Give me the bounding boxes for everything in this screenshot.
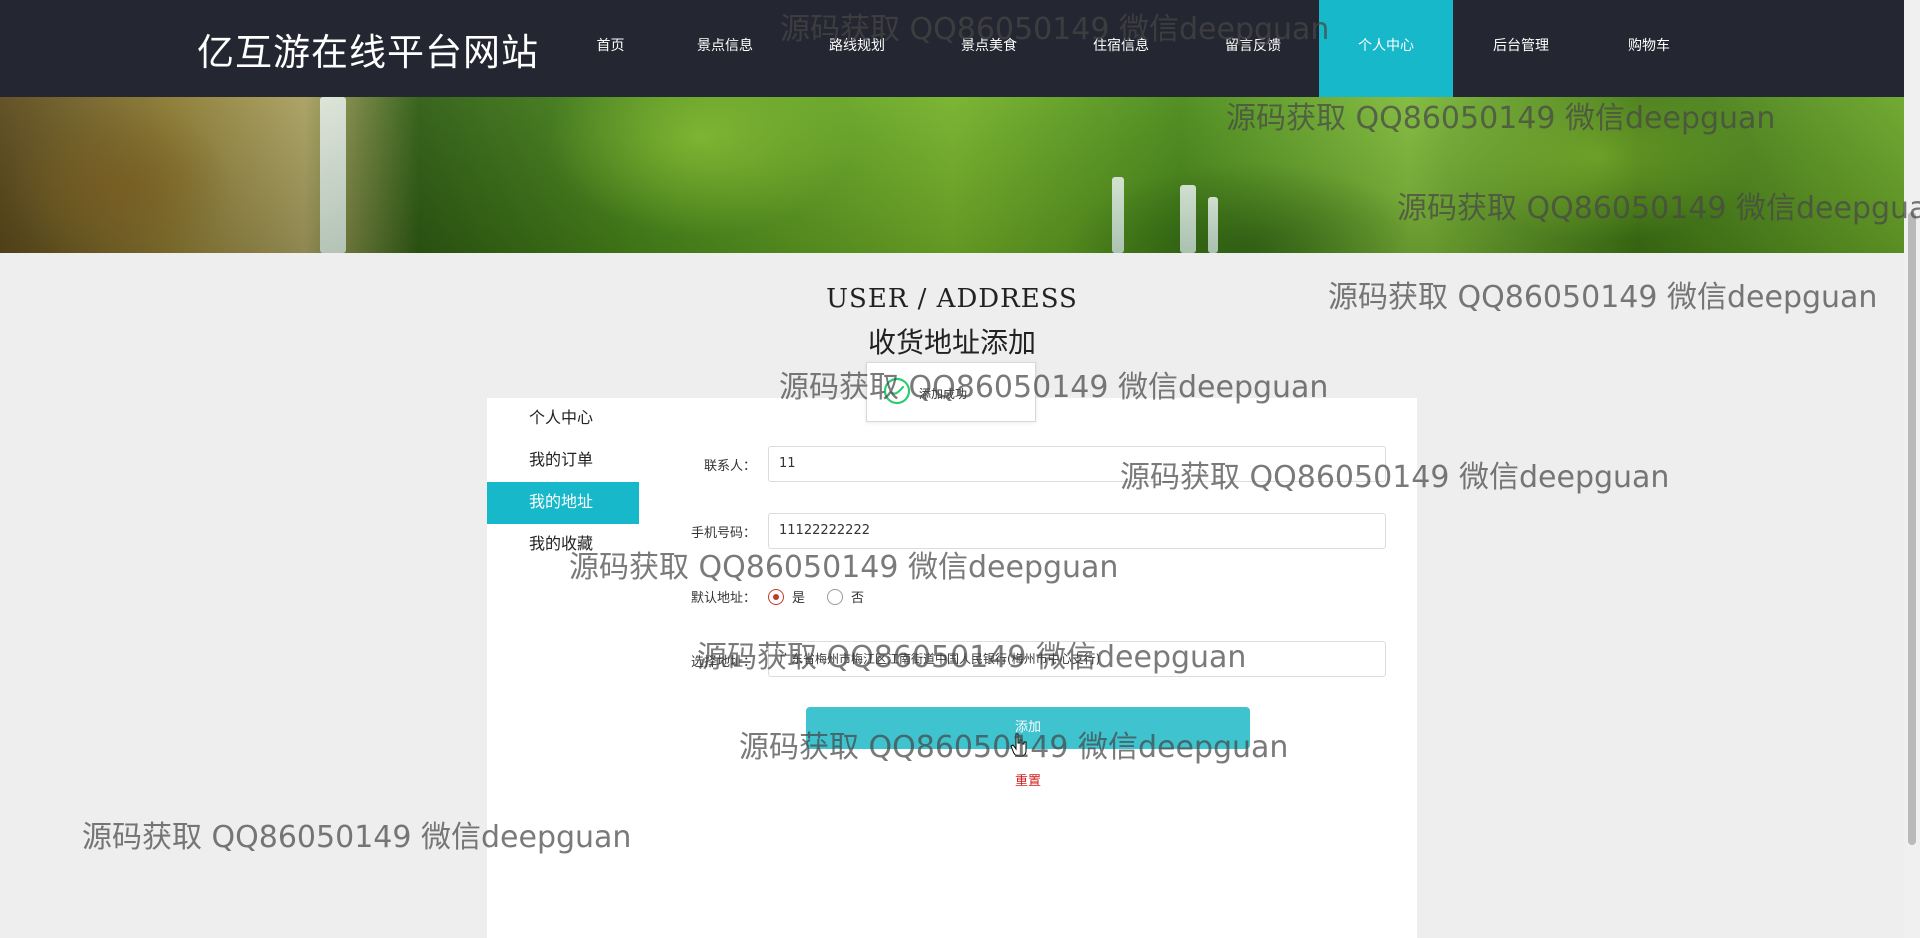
default-address-label: 默认地址： <box>690 591 756 606</box>
toast-message: 添加成功 <box>919 387 968 401</box>
nav-attractions[interactable]: 景点信息 <box>659 0 791 97</box>
default-no-label[interactable]: 否 <box>851 587 864 606</box>
default-yes-label[interactable]: 是 <box>792 587 805 606</box>
nav-cart[interactable]: 购物车 <box>1589 0 1709 97</box>
default-address-radio-group: 是 否 <box>768 587 886 606</box>
sidebar-item-address[interactable]: 我的地址 <box>487 482 639 524</box>
default-yes-radio[interactable] <box>768 588 784 605</box>
main-nav: 首页 景点信息 路线规划 景点美食 住宿信息 留言反馈 个人中心 后台管理 购物… <box>562 0 1709 97</box>
sidebar-item-personal-center[interactable]: 个人中心 <box>487 398 639 440</box>
page-scrollbar[interactable] <box>1904 0 1920 938</box>
sidebar-item-favorites[interactable]: 我的收藏 <box>487 524 639 566</box>
sidebar-item-orders[interactable]: 我的订单 <box>487 440 639 482</box>
contact-label: 联系人： <box>703 459 756 474</box>
top-navbar: 亿互游在线平台网站 首页 景点信息 路线规划 景点美食 住宿信息 留言反馈 个人… <box>0 0 1904 97</box>
add-button[interactable]: 添加 <box>806 707 1250 749</box>
section-title-en: USER / ADDRESS <box>826 284 1078 314</box>
nav-personal-center[interactable]: 个人中心 <box>1319 0 1453 97</box>
scrollbar-thumb[interactable] <box>1908 212 1916 845</box>
reset-link[interactable]: 重置 <box>1000 770 1056 789</box>
phone-input[interactable]: 11122222222 <box>768 513 1386 549</box>
nav-routes[interactable]: 路线规划 <box>791 0 923 97</box>
contact-input[interactable]: 11 <box>768 446 1386 482</box>
success-circle-icon <box>883 377 911 405</box>
site-title[interactable]: 亿互游在线平台网站 <box>197 22 539 76</box>
nav-feedback[interactable]: 留言反馈 <box>1187 0 1319 97</box>
user-sidebar: 个人中心 我的订单 我的地址 我的收藏 <box>487 398 639 566</box>
section-title-cn: 收货地址添加 <box>867 326 1036 359</box>
nav-food[interactable]: 景点美食 <box>923 0 1055 97</box>
address-select-input[interactable]: 广东省梅州市梅江区江南街道中国人民银行(梅州市中心支行) <box>768 641 1386 677</box>
nav-home[interactable]: 首页 <box>562 0 659 97</box>
default-no-radio[interactable] <box>827 588 844 605</box>
banner-image <box>0 97 1904 253</box>
hand-cursor-icon <box>1010 733 1027 757</box>
address-select-label: 选择地址： <box>690 655 756 670</box>
nav-admin[interactable]: 后台管理 <box>1453 0 1589 97</box>
success-toast: 添加成功 <box>866 362 1036 422</box>
phone-label: 手机号码： <box>690 526 756 541</box>
nav-lodging[interactable]: 住宿信息 <box>1055 0 1187 97</box>
